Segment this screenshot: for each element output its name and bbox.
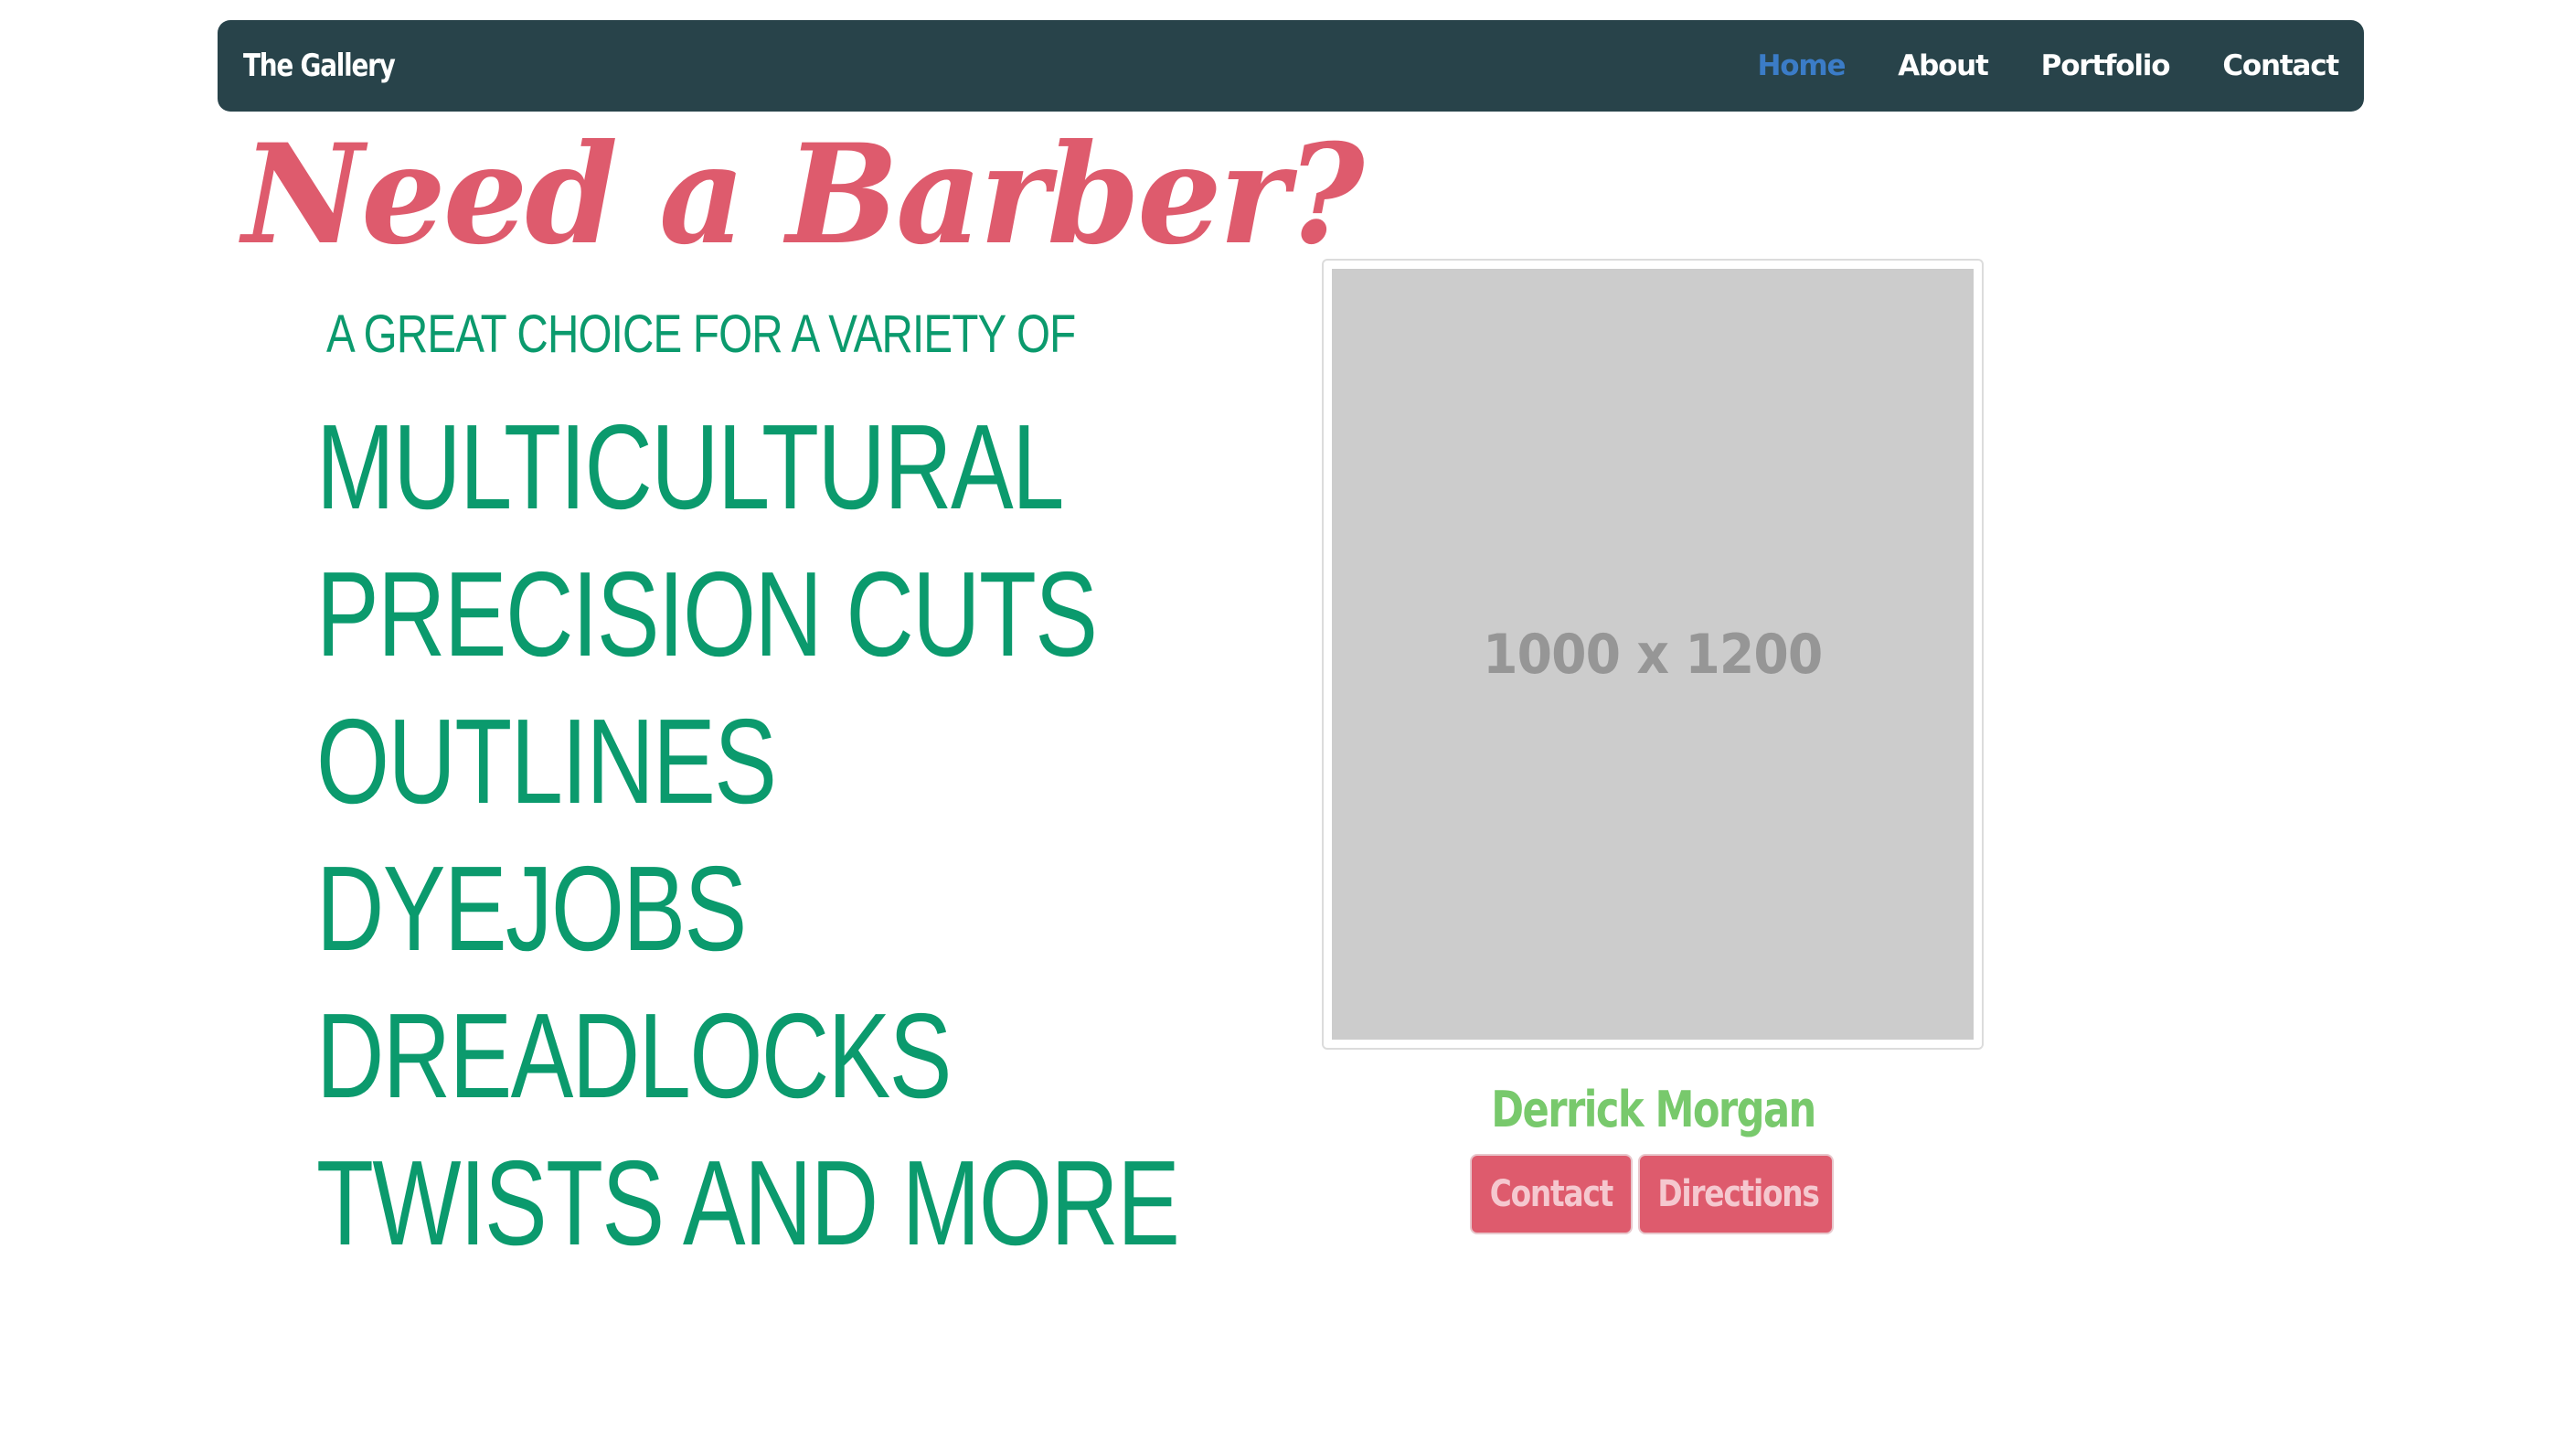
directions-button[interactable]: Directions — [1638, 1154, 1834, 1234]
barber-name-text: Derrick Morgan — [1490, 1081, 1816, 1138]
service-item: DYEJOBS — [316, 841, 747, 976]
contact-button-label: Contact — [1489, 1173, 1614, 1215]
nav-link-about[interactable]: About — [1898, 49, 1989, 82]
nav-link-portfolio[interactable]: Portfolio — [2041, 49, 2171, 82]
barber-name: Derrick Morgan — [1322, 1079, 1984, 1141]
service-item: OUTLINES — [316, 694, 777, 828]
service-item: DREADLOCKS — [316, 988, 952, 1123]
brand-logo[interactable]: The Gallery — [243, 20, 396, 112]
nav-link-home[interactable]: Home — [1758, 49, 1847, 82]
top-navbar: The Gallery Home About Portfolio Contact — [218, 20, 2364, 112]
service-item: MULTICULTURAL — [316, 400, 1064, 534]
barber-photo-placeholder: 1000 x 1200 — [1332, 269, 1974, 1040]
contact-button[interactable]: Contact — [1470, 1154, 1633, 1234]
barber-photo-frame: 1000 x 1200 — [1322, 259, 1984, 1050]
service-item: PRECISION CUTS — [316, 547, 1098, 681]
services-list: MULTICULTURAL PRECISION CUTS OUTLINES DY… — [316, 393, 1421, 1276]
nav-links: Home About Portfolio Contact — [1705, 20, 2340, 112]
service-item: TWISTS AND MORE — [316, 1136, 1180, 1270]
hero-tagline: A GREAT CHOICE FOR A VARIETY OF — [326, 304, 1076, 364]
hero-title: Need a Barber? — [242, 114, 1365, 275]
placeholder-dimensions: 1000 x 1200 — [1483, 622, 1823, 687]
directions-button-label: Directions — [1657, 1173, 1820, 1215]
nav-link-contact[interactable]: Contact — [2222, 49, 2339, 82]
